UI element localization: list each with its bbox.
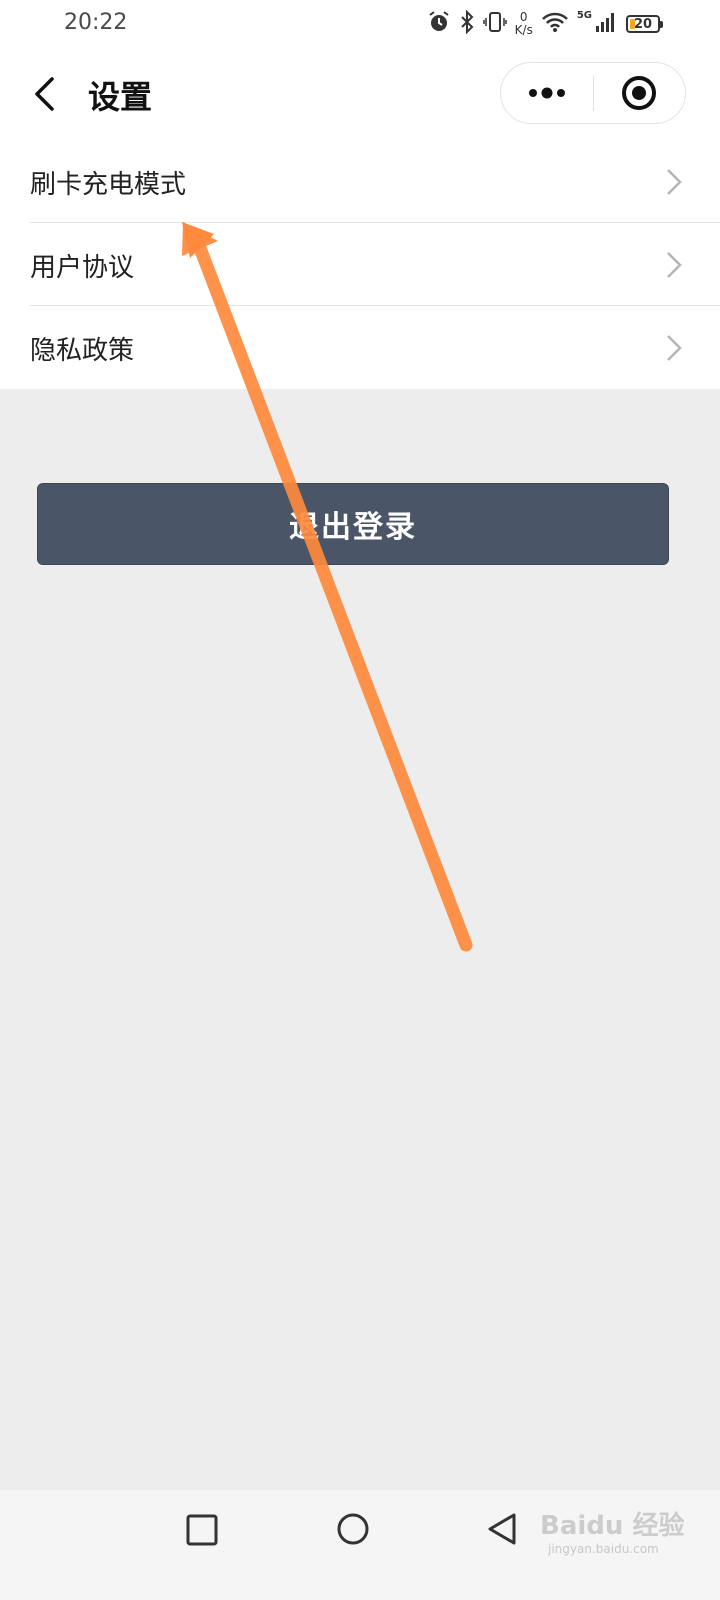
chevron-right-icon	[667, 335, 682, 361]
back-button[interactable]	[20, 70, 68, 118]
menu-item-label: 用户协议	[30, 253, 135, 283]
wifi-icon	[541, 10, 569, 38]
more-dots-icon	[529, 87, 565, 99]
settings-menu: 刷卡充电模式 用户协议 隐私政策	[0, 140, 720, 389]
status-time: 20:22	[64, 10, 128, 35]
menu-item-charge-mode[interactable]: 刷卡充电模式	[0, 140, 720, 223]
menu-item-label: 隐私政策	[30, 336, 135, 366]
recent-apps-icon[interactable]	[186, 1514, 218, 1546]
vibrate-icon	[482, 10, 507, 38]
chevron-right-icon	[667, 252, 682, 278]
home-icon[interactable]	[336, 1512, 370, 1546]
more-button[interactable]	[501, 63, 593, 123]
alarm-icon	[427, 10, 451, 38]
network-speed: 0 K/s	[515, 11, 533, 37]
menu-item-privacy-policy[interactable]: 隐私政策	[0, 306, 720, 389]
status-bar: 20:22 0 K/s 5G 20	[0, 0, 720, 48]
watermark-url: jingyan.baidu.com	[548, 1542, 659, 1556]
menu-item-label: 刷卡充电模式	[30, 170, 187, 200]
back-triangle-icon[interactable]	[486, 1512, 518, 1546]
battery-icon: 20	[626, 15, 663, 33]
chevron-right-icon	[667, 169, 682, 195]
target-close-icon	[622, 76, 657, 110]
bluetooth-icon	[459, 9, 475, 38]
signal-label: 5G	[576, 10, 592, 21]
mini-program-capsule	[500, 62, 686, 124]
logout-label: 退出登录	[289, 510, 417, 545]
net-speed-unit: K/s	[514, 23, 533, 37]
logout-button[interactable]: 退出登录	[37, 483, 669, 565]
menu-item-user-agreement[interactable]: 用户协议	[0, 223, 720, 306]
baidu-watermark: Baidu 经验	[540, 1511, 685, 1541]
screen: 20:22 0 K/s 5G 20 设置 刷卡充电模式 用户协议 隐私政策 退出…	[0, 0, 720, 1600]
battery-level: 20	[633, 16, 653, 32]
signal-icon	[594, 10, 618, 38]
status-icons: 0 K/s 5G 20	[427, 8, 663, 40]
nav-bar: 设置	[0, 48, 720, 140]
close-mini-program-button[interactable]	[594, 63, 685, 123]
page-title: 设置	[88, 78, 153, 116]
back-arrow-icon	[35, 77, 54, 111]
